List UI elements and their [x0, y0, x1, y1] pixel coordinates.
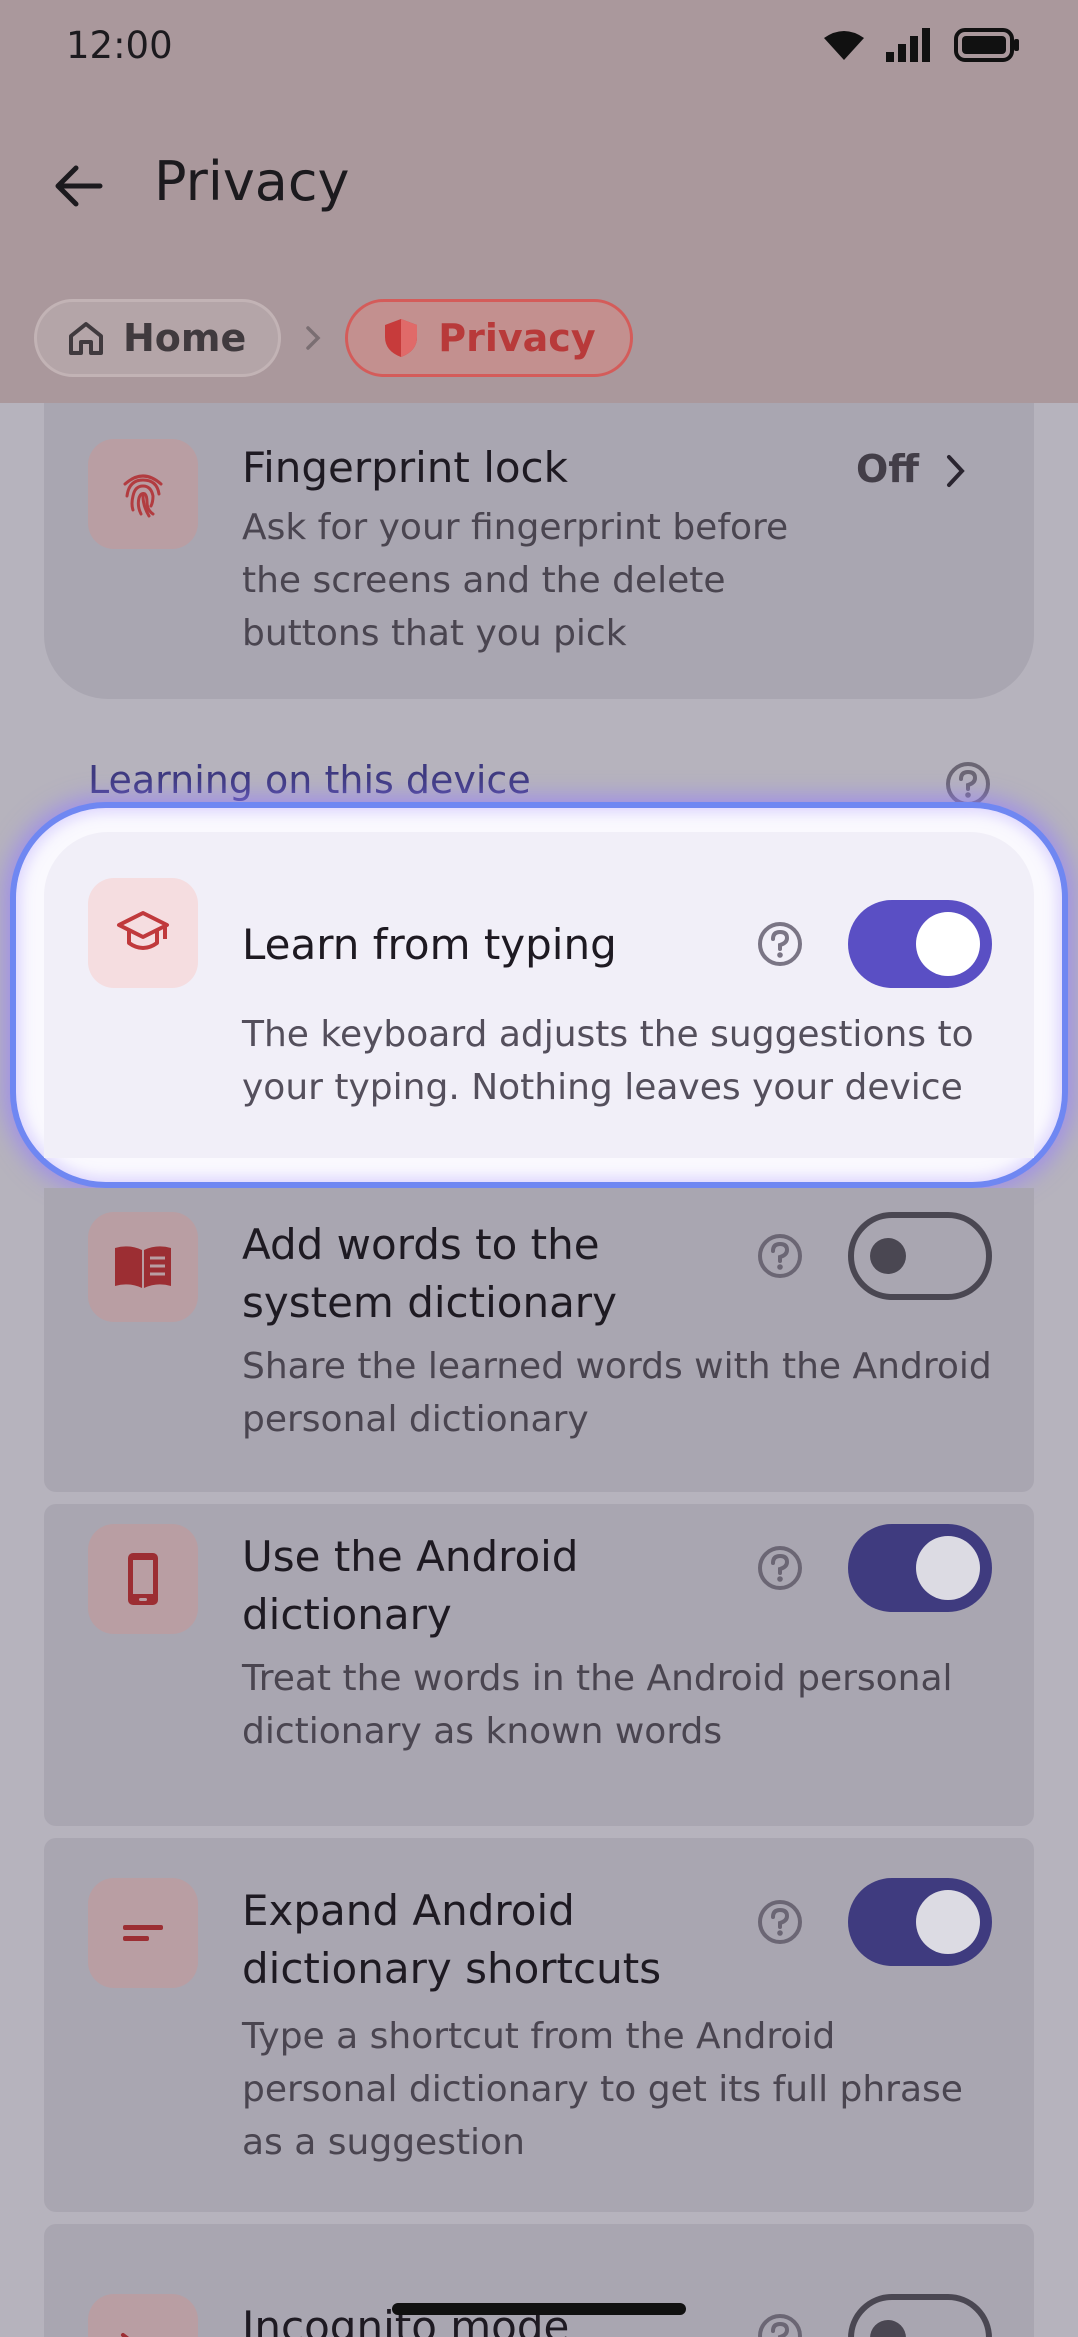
- setting-desc-3: as a suggestion: [242, 2122, 525, 2163]
- setting-title: Learn from typing: [242, 920, 617, 969]
- home-icon: [69, 322, 103, 355]
- status-time: 12:00: [66, 24, 173, 67]
- shield-icon: [385, 319, 418, 357]
- breadcrumb-home[interactable]: Home: [34, 299, 282, 377]
- incognito-icon: [121, 2333, 129, 2337]
- icon-tile: [88, 878, 198, 988]
- setting-desc-1: Treat the words in the Android personal: [242, 1658, 953, 1699]
- icon-tile: [88, 1212, 198, 1322]
- app-header: 12:00 Privacy Home Privacy: [0, 0, 1078, 403]
- setting-desc-2: personal dictionary: [242, 1399, 589, 1440]
- short-text-icon: [123, 1925, 163, 1941]
- toggle-switch-off[interactable]: [848, 2294, 992, 2337]
- help-icon[interactable]: [756, 1898, 804, 1946]
- back-arrow-icon[interactable]: [50, 158, 106, 214]
- toggle-knob: [870, 2320, 906, 2337]
- toggle-knob: [916, 1890, 980, 1954]
- breadcrumb-privacy[interactable]: Privacy: [345, 299, 633, 377]
- book-icon: [115, 1246, 171, 1288]
- icon-tile: [88, 1878, 198, 1988]
- toggle-switch-on[interactable]: [848, 1878, 992, 1966]
- phone-icon: [128, 1553, 158, 1605]
- chevron-right-icon: [947, 455, 965, 487]
- fingerprint-title: Fingerprint lock: [242, 443, 568, 492]
- setting-desc-1: Type a shortcut from the Android: [242, 2016, 836, 2057]
- breadcrumb: Home Privacy: [34, 299, 633, 377]
- toggle-switch-off[interactable]: [848, 1212, 992, 1300]
- setting-row-expand-shortcuts[interactable]: Expand Android dictionary shortcuts Type…: [44, 1838, 1034, 2212]
- fingerprint-desc-2: the screens and the delete: [242, 560, 726, 601]
- fingerprint-value: Off: [856, 447, 920, 491]
- fingerprint-desc-3: buttons that you pick: [242, 613, 627, 654]
- setting-row-learn-from-typing[interactable]: Learn from typing The keyboard adjusts t…: [44, 832, 1034, 1158]
- setting-desc-1: Share the learned words with the Android: [242, 1346, 992, 1387]
- status-bar: 12:00: [0, 0, 1078, 96]
- icon-tile: [88, 1524, 198, 1634]
- toggle-switch-on[interactable]: [848, 900, 992, 988]
- setting-title-line-2: dictionary: [242, 1590, 452, 1639]
- fingerprint-desc-1: Ask for your fingerprint before: [242, 507, 789, 548]
- status-icons: [824, 28, 1020, 62]
- setting-row-incognito[interactable]: Incognito mode: [44, 2224, 1034, 2337]
- fingerprint-icon: [123, 474, 163, 518]
- setting-desc-1: The keyboard adjusts the suggestions to: [242, 1014, 974, 1055]
- icon-tile: [88, 2294, 198, 2337]
- toggle-knob: [916, 1536, 980, 1600]
- setting-title-line-1: Expand Android: [242, 1886, 575, 1935]
- breadcrumb-privacy-label: Privacy: [438, 316, 596, 360]
- home-indicator: [392, 2303, 686, 2315]
- help-icon[interactable]: [756, 2312, 804, 2337]
- setting-desc-2: dictionary as known words: [242, 1711, 723, 1752]
- setting-title-line-1: Use the Android: [242, 1532, 579, 1581]
- section-title: Learning on this device: [88, 758, 531, 802]
- setting-desc-2: personal dictionary to get its full phra…: [242, 2069, 963, 2110]
- graduation-cap-icon: [117, 911, 169, 950]
- setting-title-line-2: dictionary shortcuts: [242, 1944, 662, 1993]
- help-icon[interactable]: [756, 920, 804, 968]
- battery-icon: [954, 28, 1019, 62]
- breadcrumb-home-label: Home: [123, 316, 247, 360]
- toggle-knob: [870, 1238, 906, 1274]
- toggle-knob: [916, 912, 980, 976]
- setting-row-add-words[interactable]: Add words to the system dictionary Share…: [44, 1188, 1034, 1492]
- toggle-switch-on[interactable]: [848, 1524, 992, 1612]
- fingerprint-icon-tile: [88, 439, 198, 549]
- setting-title-line-2: system dictionary: [242, 1278, 617, 1327]
- chevron-right-icon: [306, 326, 321, 350]
- setting-row-use-android-dictionary[interactable]: Use the Android dictionary Treat the wor…: [44, 1504, 1034, 1826]
- setting-desc-2: your typing. Nothing leaves your device: [242, 1067, 963, 1108]
- wifi-icon: [824, 31, 864, 60]
- help-icon[interactable]: [944, 760, 992, 808]
- setting-title-line-1: Add words to the: [242, 1220, 600, 1269]
- signal-icon: [886, 28, 930, 62]
- fingerprint-card[interactable]: Fingerprint lock Off Ask for your finger…: [44, 403, 1034, 699]
- page-title: Privacy: [154, 150, 350, 213]
- help-icon[interactable]: [756, 1544, 804, 1592]
- help-icon[interactable]: [756, 1232, 804, 1280]
